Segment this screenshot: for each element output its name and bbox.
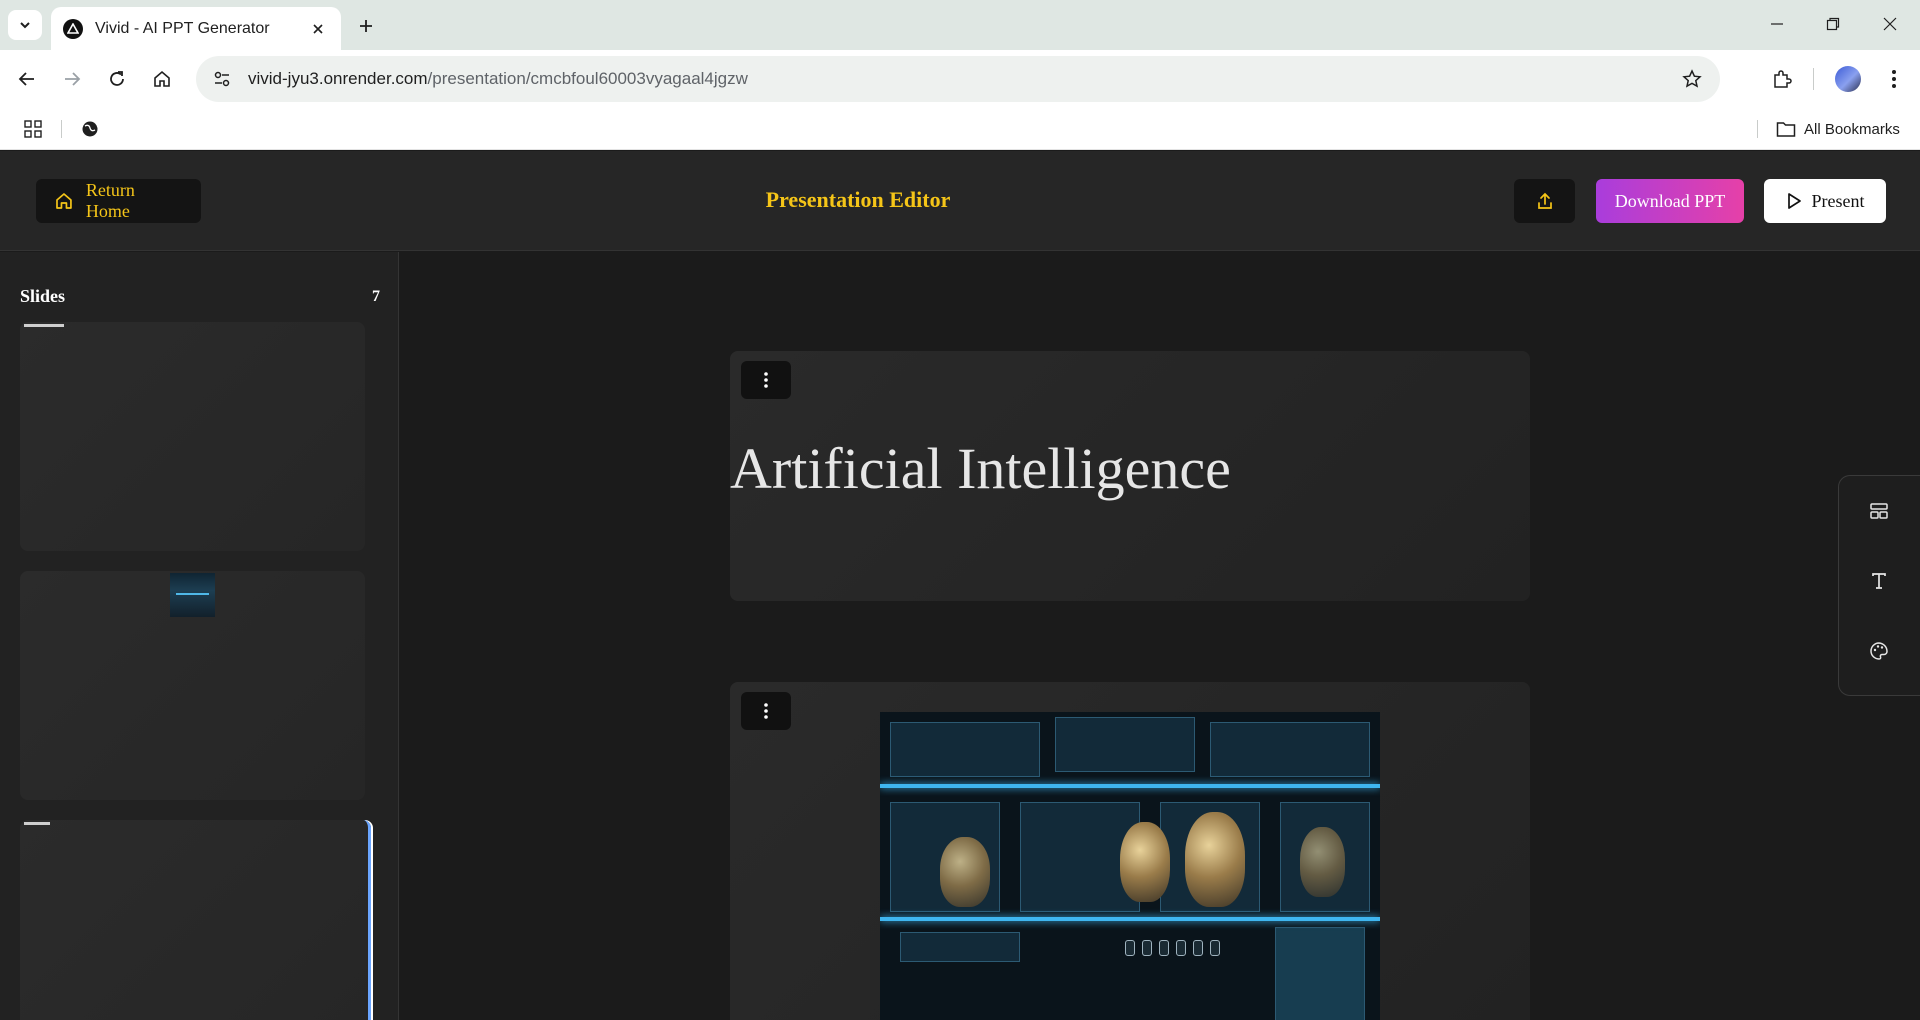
site-settings-icon[interactable] — [210, 67, 234, 91]
robot-head — [1120, 822, 1170, 902]
theme-button[interactable] — [1864, 636, 1894, 666]
image-panel — [1275, 927, 1365, 1020]
tab-title: Vivid - AI PPT Generator — [95, 19, 270, 37]
robot-head — [1300, 827, 1345, 897]
thumbnail-mini-image — [170, 573, 215, 617]
slide-thumbnail-2[interactable] — [20, 571, 365, 800]
browser-tab-bar: Vivid - AI PPT Generator — [0, 0, 1920, 50]
back-arrow-icon[interactable] — [13, 65, 41, 93]
vertical-dots-icon — [764, 703, 768, 719]
vivid-favicon-icon — [63, 18, 83, 39]
slides-sidebar-header: Slides 7 — [20, 286, 380, 307]
image-led — [1142, 940, 1152, 956]
bookmarks-divider-right — [1757, 120, 1758, 138]
share-button[interactable] — [1514, 179, 1575, 223]
profile-avatar[interactable] — [1835, 66, 1861, 92]
image-led — [1125, 940, 1135, 956]
page-title: Presentation Editor — [765, 187, 951, 212]
download-ppt-label: Download PPT — [1614, 190, 1726, 211]
browser-tab[interactable]: Vivid - AI PPT Generator — [51, 7, 341, 50]
layout-button[interactable] — [1864, 496, 1894, 526]
slide-thumbnail-3-selected[interactable] — [20, 820, 371, 1020]
slide-heading[interactable]: Artificial Intelligence — [730, 435, 1231, 502]
new-tab-plus-icon[interactable] — [352, 12, 380, 40]
bookmarks-divider — [61, 120, 62, 138]
address-bar[interactable]: vivid-jyu3.onrender.com/presentation/cmc… — [196, 56, 1720, 102]
url-host: vivid-jyu3.onrender.com — [248, 69, 428, 88]
apps-grid-icon[interactable] — [20, 116, 46, 142]
image-light-bar — [880, 784, 1380, 788]
browser-menu-dots-icon[interactable] — [1880, 64, 1908, 94]
image-led — [1193, 940, 1203, 956]
slide-image[interactable] — [880, 712, 1380, 1020]
image-light-bar — [880, 917, 1380, 921]
thumbnail-mini-heading — [24, 822, 50, 825]
browser-toolbar: vivid-jyu3.onrender.com/presentation/cmc… — [0, 50, 1920, 108]
slide-card-image[interactable] — [730, 682, 1530, 1020]
toolbar-divider — [1813, 68, 1814, 90]
all-bookmarks-label: All Bookmarks — [1804, 120, 1900, 138]
tab-close-icon[interactable] — [307, 18, 329, 40]
bookmarks-bar: All Bookmarks — [0, 108, 1920, 150]
editor-header: Return Home Presentation Editor Download… — [0, 151, 1920, 251]
url-text: vivid-jyu3.onrender.com/presentation/cmc… — [248, 69, 1678, 89]
image-led — [1176, 940, 1186, 956]
slides-count: 7 — [372, 287, 380, 305]
globe-icon[interactable] — [77, 116, 103, 142]
url-path: /presentation/cmcbfoul60003vyagaal4jgzw — [427, 69, 748, 88]
vertical-dots-icon — [764, 372, 768, 388]
home-browser-icon[interactable] — [148, 65, 176, 93]
slides-sidebar: Slides 7 — [0, 252, 399, 1020]
slides-title: Slides — [20, 286, 66, 306]
image-panel — [890, 722, 1040, 777]
image-led — [1210, 940, 1220, 956]
layout-icon — [1870, 503, 1888, 519]
extensions-puzzle-icon[interactable] — [1768, 65, 1796, 93]
slide-options-button[interactable] — [741, 361, 791, 399]
slide-thumbnail-1[interactable] — [20, 322, 365, 551]
chevron-down-icon — [20, 22, 30, 29]
image-panel — [900, 932, 1020, 962]
slide-options-button[interactable] — [741, 692, 791, 730]
all-bookmarks-button[interactable]: All Bookmarks — [1776, 116, 1900, 142]
thumbnail-mini-heading — [24, 324, 64, 327]
image-panel — [1210, 722, 1370, 777]
folder-icon — [1776, 122, 1796, 137]
tab-search-button[interactable] — [8, 10, 42, 40]
bookmark-star-icon[interactable] — [1678, 65, 1706, 93]
robot-head — [940, 837, 990, 907]
play-icon — [1787, 193, 1801, 209]
minimize-window-icon[interactable] — [1757, 10, 1797, 38]
restore-window-icon[interactable] — [1813, 10, 1853, 38]
text-button[interactable] — [1864, 566, 1894, 596]
image-led — [1159, 940, 1169, 956]
slide-card-title[interactable]: Artificial Intelligence — [730, 351, 1530, 601]
image-panel — [1055, 717, 1195, 772]
forward-arrow-icon[interactable] — [58, 65, 86, 93]
robot-head — [1185, 812, 1245, 907]
close-window-icon[interactable] — [1870, 10, 1910, 38]
editor-canvas: Artificial Intelligence — [400, 252, 1920, 1020]
download-ppt-button[interactable]: Download PPT — [1596, 179, 1744, 223]
present-button[interactable]: Present — [1764, 179, 1886, 223]
palette-icon — [1870, 642, 1888, 660]
text-icon — [1872, 573, 1886, 589]
present-label: Present — [1811, 190, 1865, 211]
upload-share-icon — [1537, 192, 1552, 209]
reload-icon[interactable] — [103, 65, 131, 93]
floating-tools-panel — [1838, 475, 1920, 696]
